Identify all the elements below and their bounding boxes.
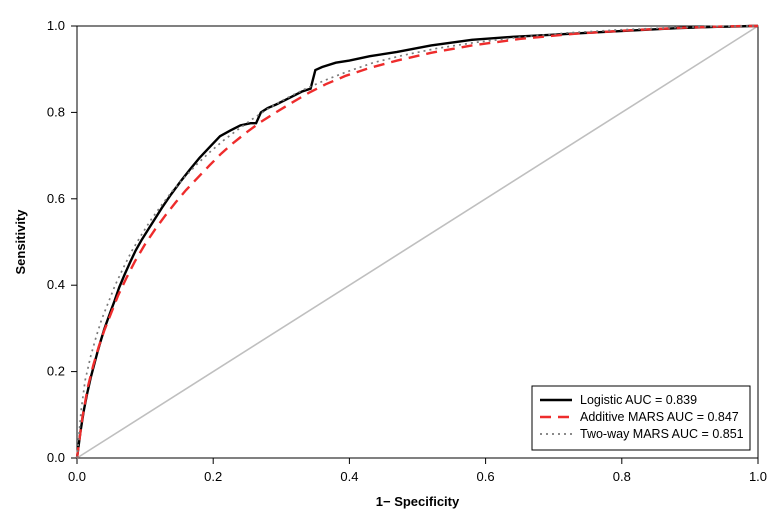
y-tick-label: 0.4 — [47, 277, 65, 292]
y-axis-label: Sensitivity — [13, 209, 28, 275]
y-tick-label: 0.8 — [47, 104, 65, 119]
legend-label: Two-way MARS AUC = 0.851 — [580, 427, 744, 441]
roc-chart: 0.0 0.2 0.4 0.6 0.8 1.0 0.0 0.2 0.4 0.6 0.8 1.0 1− S… — [0, 0, 775, 521]
legend-label: Additive MARS AUC = 0.847 — [580, 410, 739, 424]
x-tick-label: 0.4 — [340, 469, 358, 484]
legend-label: Logistic AUC = 0.839 — [580, 393, 697, 407]
x-axis-label: 1− Specificity — [376, 494, 460, 509]
chart-svg: 0.0 0.2 0.4 0.6 0.8 1.0 0.0 0.2 0.4 0.6 0.8 1.0 1− S… — [0, 0, 775, 521]
x-tick-label: 0.0 — [68, 469, 86, 484]
x-tick-label: 0.6 — [477, 469, 495, 484]
legend: Logistic AUC = 0.839 Additive MARS AUC = … — [532, 386, 750, 450]
x-tick-label: 0.2 — [204, 469, 222, 484]
x-tick-label: 0.8 — [613, 469, 631, 484]
y-tick-label: 0.0 — [47, 450, 65, 465]
y-tick-label: 1.0 — [47, 18, 65, 33]
y-tick-label: 0.2 — [47, 364, 65, 379]
y-tick-label: 0.6 — [47, 191, 65, 206]
x-tick-label: 1.0 — [749, 469, 767, 484]
